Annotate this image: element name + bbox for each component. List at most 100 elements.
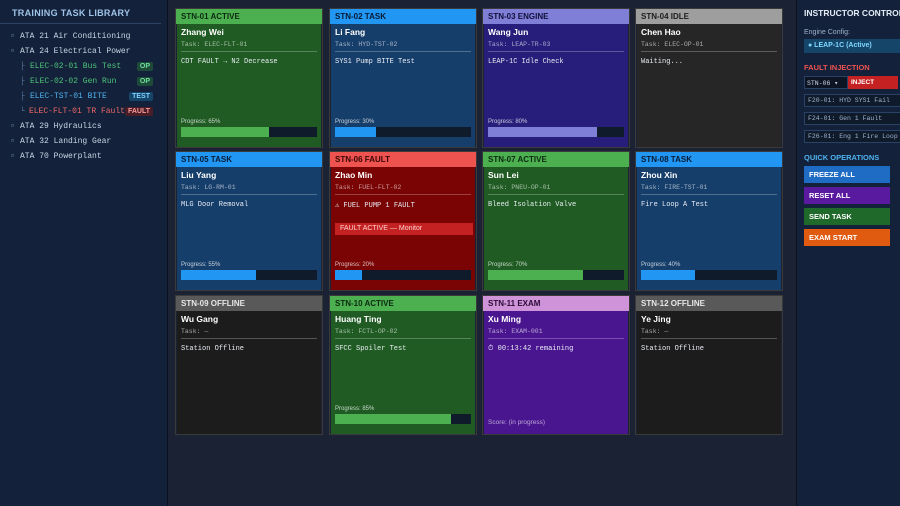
station-body: Liu Yang Task: LG-RM-01 MLG Door Removal Pr… — [177, 167, 321, 290]
station-grid: STN-01 ACTIVE Zhang Wei Task: ELEC-FLT-01 C… — [168, 0, 796, 506]
expand-icon[interactable]: ▫ — [10, 137, 20, 146]
task-item[interactable]: ├ ELEC-TST-01 BITE TEST — [0, 89, 167, 104]
task-code: Task: FIRE-TST-01 — [641, 184, 708, 191]
station-header: STN-12 OFFLINE — [636, 296, 782, 311]
task-library-panel: TRAINING TASK LIBRARY ▫ ATA 21 Air Condit… — [0, 0, 168, 506]
fault-item[interactable]: F26-01: Eng 1 Fire Loop — [804, 130, 900, 143]
task-item[interactable]: ├ ELEC-02-01 Bus Test OP — [0, 59, 167, 74]
task-code: Task: ELEC-OP-01 — [641, 41, 704, 48]
task-code: Task: PNEU-OP-01 — [488, 184, 551, 191]
divider — [335, 338, 471, 339]
station-status-text: Station Offline — [181, 345, 245, 353]
station-card[interactable]: STN-06 FAULT Zhao Min Task: FUEL-FLT-02 ⚠ F… — [329, 151, 477, 291]
divider — [335, 194, 471, 195]
station-status-text: Station Offline — [641, 345, 705, 353]
task-code: Task: — — [181, 328, 209, 335]
station-card[interactable]: STN-05 TASK Liu Yang Task: LG-RM-01 MLG Doo… — [175, 151, 323, 291]
station-header: STN-09 OFFLINE — [176, 296, 322, 311]
station-status-text: ⏱ 00:13:42 remaining — [488, 345, 574, 353]
tree-item-label: ATA 29 Hydraulics — [20, 122, 102, 131]
send-task-button[interactable]: SEND TASK — [804, 208, 890, 225]
station-header: STN-05 TASK — [176, 152, 322, 167]
tree-item-label: ATA 21 Air Conditioning — [20, 32, 131, 41]
freeze-all-button[interactable]: FREEZE ALL — [804, 166, 890, 183]
fault-item[interactable]: F24-01: Gen 1 Fault — [804, 112, 900, 125]
expand-icon[interactable]: ▫ — [10, 122, 20, 131]
divider — [181, 338, 317, 339]
station-card[interactable]: STN-01 ACTIVE Zhang Wei Task: ELEC-FLT-01 C… — [175, 8, 323, 148]
station-header: STN-03 ENGINE — [483, 9, 629, 24]
ata-chapter-item[interactable]: ▫ ATA 29 Hydraulics — [0, 119, 167, 134]
exam-start-button[interactable]: EXAM START — [804, 229, 890, 246]
instructor-control-panel: INSTRUCTOR CONTROL Engine Config: ● LEAP… — [796, 0, 900, 506]
station-select[interactable]: STN-06 ▾ — [804, 76, 848, 89]
task-code: Task: FUEL-FLT-02 — [335, 184, 402, 191]
progress-bar — [335, 127, 471, 137]
station-card[interactable]: STN-08 TASK Zhou Xin Task: FIRE-TST-01 Fire… — [635, 151, 783, 291]
inject-button[interactable]: INJECT — [848, 76, 898, 89]
task-type-badge: TEST — [129, 92, 153, 101]
station-header: STN-04 IDLE — [636, 9, 782, 24]
station-card[interactable]: STN-11 EXAM Xu Ming Task: EXAM-001 ⏱ 00:13:… — [482, 295, 630, 435]
station-body: Zhou Xin Task: FIRE-TST-01 Fire Loop A Tes… — [637, 167, 781, 290]
station-body: Wang Jun Task: LEAP-TR-03 LEAP-1C Idle Che… — [484, 24, 628, 147]
progress-label: Progress: 85% — [335, 406, 375, 412]
operator-name: Wu Gang — [181, 314, 219, 324]
station-header: STN-01 ACTIVE — [176, 9, 322, 24]
task-type-badge: OP — [136, 62, 153, 71]
task-tree: ▫ ATA 21 Air Conditioning ▫ ATA 24 Electric… — [0, 24, 167, 164]
station-header: STN-11 EXAM — [483, 296, 629, 311]
progress-label: Progress: 65% — [181, 119, 221, 125]
engine-config-select[interactable]: ● LEAP-1C (Active) — [804, 39, 900, 53]
progress-fill — [181, 270, 256, 280]
divider — [641, 338, 777, 339]
expand-icon[interactable]: ▫ — [10, 152, 20, 161]
station-body: Wu Gang Task: — Station Offline — [177, 311, 321, 434]
station-card[interactable]: STN-04 IDLE Chen Hao Task: ELEC-OP-01 Waiti… — [635, 8, 783, 148]
divider — [641, 194, 777, 195]
fault-item[interactable]: F20-01: HYD SYS1 Fail — [804, 94, 900, 107]
expand-icon[interactable]: ▫ — [10, 47, 20, 56]
task-item[interactable]: └ ELEC-FLT-01 TR Fault FAULT — [0, 104, 167, 119]
station-status-text: SYS1 Pump BITE Test — [335, 58, 415, 66]
task-item[interactable]: ├ ELEC-02-02 Gen Run OP — [0, 74, 167, 89]
station-card[interactable]: STN-09 OFFLINE Wu Gang Task: — Station Offl… — [175, 295, 323, 435]
station-card[interactable]: STN-07 ACTIVE Sun Lei Task: PNEU-OP-01 Blee… — [482, 151, 630, 291]
station-body: Sun Lei Task: PNEU-OP-01 Bleed Isolation V… — [484, 167, 628, 290]
tree-branch-icon: ├ — [20, 62, 25, 71]
divider — [488, 194, 624, 195]
divider — [181, 194, 317, 195]
station-body: Li Fang Task: HYD-TST-02 SYS1 Pump BITE Te… — [331, 24, 475, 147]
station-body: Chen Hao Task: ELEC-OP-01 Waiting... — [637, 24, 781, 147]
operator-name: Chen Hao — [641, 27, 681, 37]
ata-chapter-item[interactable]: ▫ ATA 24 Electrical Power — [0, 44, 167, 59]
progress-fill — [488, 270, 584, 280]
station-card[interactable]: STN-12 OFFLINE Ye Jing Task: — Station Offl… — [635, 295, 783, 435]
progress-bar — [181, 127, 317, 137]
progress-fill — [335, 414, 451, 424]
progress-fill — [181, 127, 270, 137]
ata-chapter-item[interactable]: ▫ ATA 32 Landing Gear — [0, 134, 167, 149]
task-type-badge: FAULT — [124, 107, 153, 116]
progress-label: Progress: 30% — [335, 119, 375, 125]
progress-fill — [641, 270, 696, 280]
task-code: Task: LG-RM-01 — [181, 184, 236, 191]
station-card[interactable]: STN-03 ENGINE Wang Jun Task: LEAP-TR-03 LEA… — [482, 8, 630, 148]
station-status-text: SFCC Spoiler Test — [335, 345, 407, 353]
tree-item-label: ATA 70 Powerplant — [20, 152, 102, 161]
station-card[interactable]: STN-02 TASK Li Fang Task: HYD-TST-02 SYS1 P… — [329, 8, 477, 148]
expand-icon[interactable]: ▫ — [10, 32, 20, 41]
station-status-text: LEAP-1C Idle Check — [488, 58, 564, 66]
station-card[interactable]: STN-10 ACTIVE Huang Ting Task: FCTL-OP-02 S… — [329, 295, 477, 435]
reset-all-button[interactable]: RESET ALL — [804, 187, 890, 204]
station-header: STN-07 ACTIVE — [483, 152, 629, 167]
operator-name: Zhang Wei — [181, 27, 224, 37]
progress-label: Progress: 55% — [181, 262, 221, 268]
ata-chapter-item[interactable]: ▫ ATA 70 Powerplant — [0, 149, 167, 164]
tree-item-label: ELEC-02-02 Gen Run — [30, 77, 117, 86]
station-header: STN-08 TASK — [636, 152, 782, 167]
instructor-title: INSTRUCTOR CONTROL — [804, 8, 900, 18]
station-status-text: Bleed Isolation Valve — [488, 201, 577, 209]
ata-chapter-item[interactable]: ▫ ATA 21 Air Conditioning — [0, 29, 167, 44]
engine-config-label: Engine Config: — [804, 29, 850, 36]
